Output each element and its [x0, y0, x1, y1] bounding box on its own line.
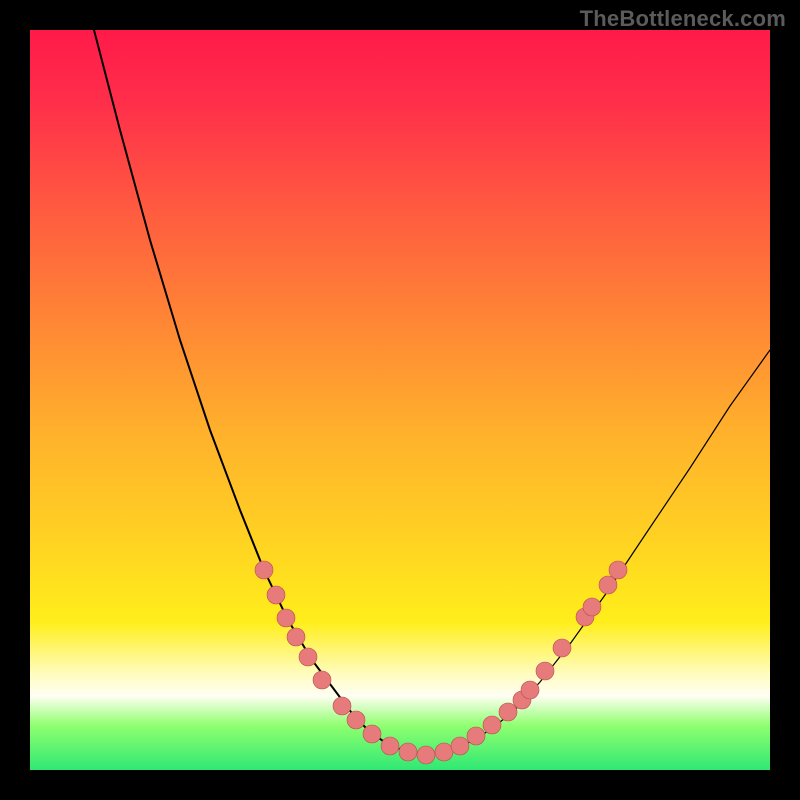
bead-point: [536, 662, 554, 680]
bead-point: [255, 561, 273, 579]
right-curve: [426, 350, 770, 755]
bead-point: [299, 648, 317, 666]
bead-point: [483, 716, 501, 734]
bead-point: [499, 703, 517, 721]
bead-point: [267, 586, 285, 604]
page-frame: TheBottleneck.com: [0, 0, 800, 800]
bead-point: [435, 743, 453, 761]
bead-point: [381, 737, 399, 755]
bead-cluster: [255, 561, 627, 764]
bead-point: [363, 725, 381, 743]
bead-point: [347, 711, 365, 729]
bead-point: [521, 681, 539, 699]
bead-point: [451, 737, 469, 755]
chart-svg: [30, 30, 770, 770]
watermark-text: TheBottleneck.com: [580, 6, 786, 32]
bead-point: [599, 576, 617, 594]
plot-area: [30, 30, 770, 770]
bead-point: [467, 727, 485, 745]
bead-point: [313, 671, 331, 689]
bead-point: [609, 561, 627, 579]
bead-point: [287, 628, 305, 646]
bead-point: [399, 743, 417, 761]
bead-point: [583, 598, 601, 616]
bead-point: [333, 697, 351, 715]
bead-point: [277, 609, 295, 627]
bead-point: [417, 746, 435, 764]
bead-point: [553, 639, 571, 657]
left-curve: [94, 30, 426, 755]
